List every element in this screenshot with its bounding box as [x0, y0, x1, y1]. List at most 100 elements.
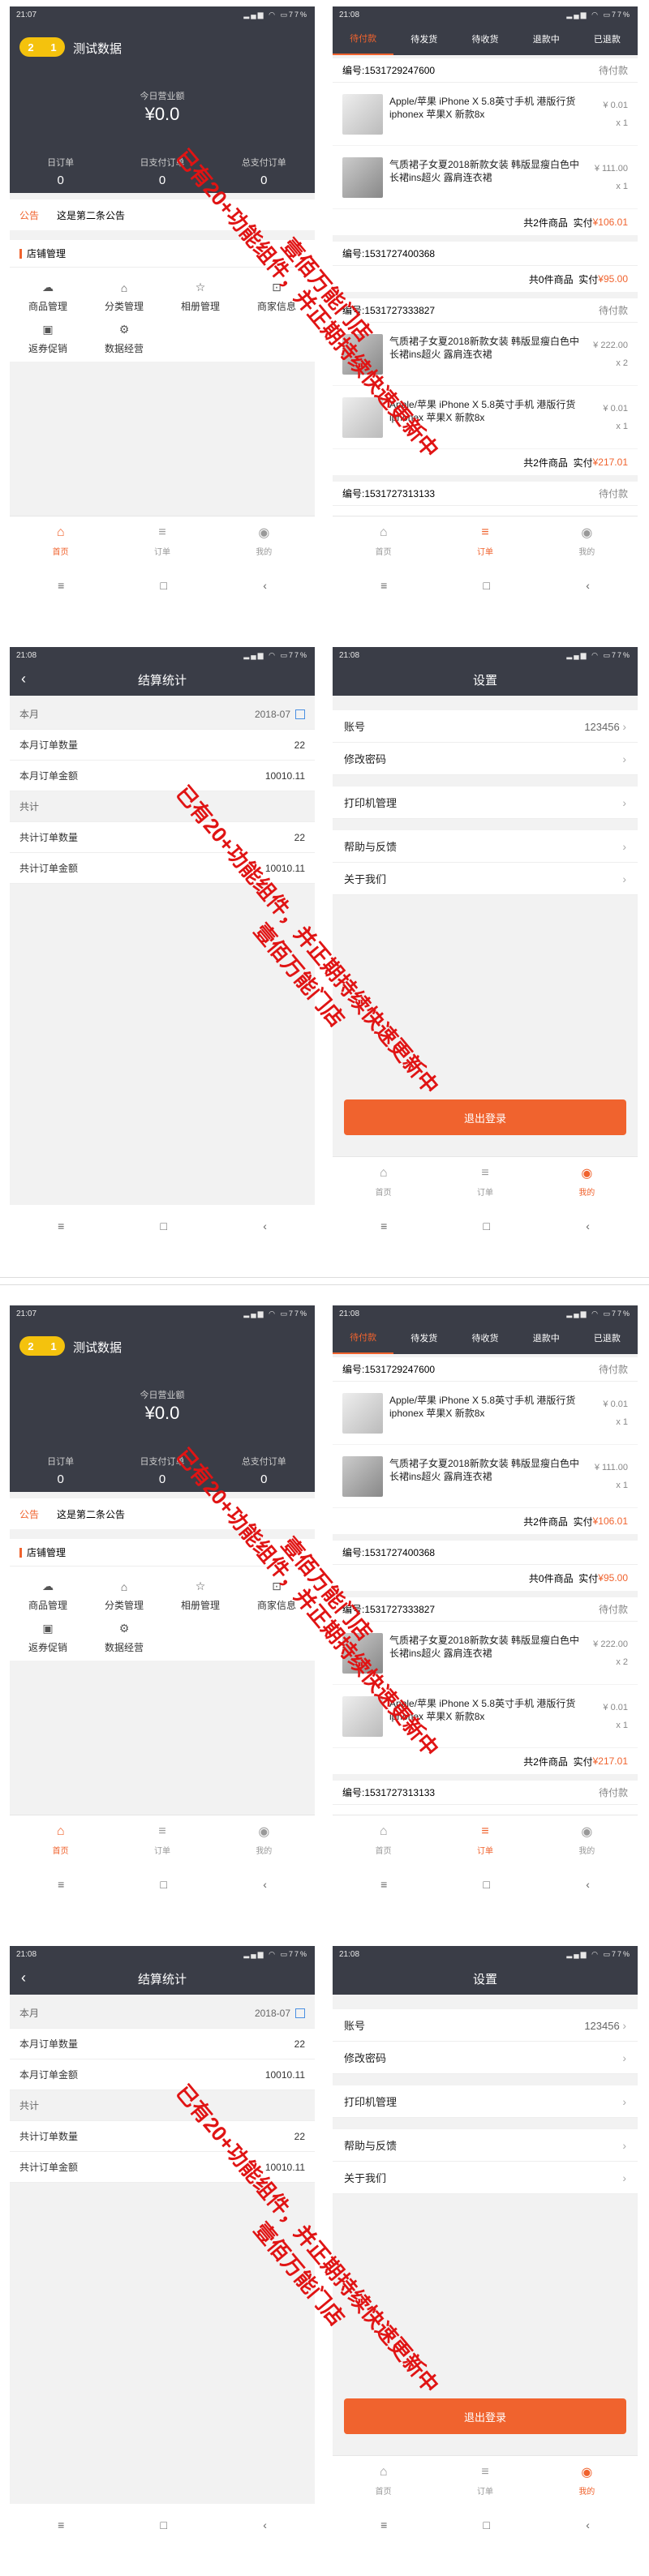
tab-order[interactable]: ≡ 订单 — [434, 1815, 535, 1863]
tab-order[interactable]: ≡ 订单 — [434, 516, 535, 564]
home-square-icon[interactable]: □ — [484, 1878, 490, 1891]
menu-icon[interactable]: ≡ — [58, 2518, 64, 2531]
logout-button[interactable]: 退出登录 — [344, 1099, 626, 1135]
order-list[interactable]: 编号:1531729247600 待付款 Apple/苹果 iPhone X 5.… — [333, 58, 638, 516]
order-card[interactable]: 编号:1531727400368 共0件商品 实付 ¥95.00 — [333, 1541, 638, 1591]
back-arrow-icon[interactable]: ‹ — [263, 1878, 267, 1891]
menu-icon[interactable]: ≡ — [380, 1219, 387, 1232]
notice-bar[interactable]: 公告 这是第二条公告 — [10, 1498, 315, 1529]
grid-item[interactable]: ⊡ 商家信息 — [239, 276, 315, 318]
home-square-icon[interactable]: □ — [161, 1219, 167, 1232]
order-card[interactable]: 编号:1531727333827 待付款 气质裙子女夏2018新款女装 韩版显瘦白… — [333, 298, 638, 475]
tab-home[interactable]: ⌂ 首页 — [333, 1815, 434, 1863]
order-item[interactable]: 气质裙子女夏2018新款女装 韩版显瘦白色中长裙ins超火 露肩连衣裙 ¥ 11… — [333, 146, 638, 209]
store-switch[interactable]: 21 — [19, 37, 65, 57]
home-square-icon[interactable]: □ — [161, 579, 167, 592]
order-item[interactable]: Apple/苹果 iPhone X 5.8英寸手机 港版行货iphonex 苹果… — [333, 386, 638, 449]
settings-item[interactable]: 打印机管理 › — [333, 2085, 638, 2118]
tab-home[interactable]: ⌂ 首页 — [333, 2456, 434, 2504]
menu-icon[interactable]: ≡ — [380, 2518, 387, 2531]
grid-item[interactable]: ⌂ 分类管理 — [86, 276, 162, 318]
month-header[interactable]: 本月 2018-07 — [10, 1998, 315, 2029]
account-row[interactable]: 账号 123456 › — [333, 2009, 638, 2042]
order-tab[interactable]: 退款中 — [516, 23, 577, 55]
settings-item[interactable]: 关于我们 › — [333, 863, 638, 895]
notice-bar[interactable]: 公告 这是第二条公告 — [10, 199, 315, 230]
menu-icon[interactable]: ≡ — [58, 579, 64, 592]
account-row[interactable]: 账号 123456 › — [333, 710, 638, 743]
tab-profile[interactable]: ◉ 我的 — [213, 1815, 315, 1863]
order-item[interactable]: 气质裙子女夏2018新款女装 韩版显瘦白色中长裙ins超火 露肩连衣裙 ¥ 22… — [333, 323, 638, 386]
order-list[interactable]: 编号:1531729247600 待付款 Apple/苹果 iPhone X 5.… — [333, 1357, 638, 1815]
order-item[interactable]: Apple/苹果 iPhone X 5.8英寸手机 港版行货iphonex 苹果… — [333, 83, 638, 146]
grid-item[interactable]: ⚙ 数据经营 — [86, 318, 162, 360]
order-item[interactable]: 气质裙子女夏2018新款女装 韩版显瘦白色中长裙ins超火 露肩连衣裙 ¥ 11… — [333, 1445, 638, 1508]
order-tab[interactable]: 待付款 — [333, 1322, 394, 1354]
order-card[interactable]: 编号:1531727313133 待付款 — [333, 1781, 638, 1815]
settings-item[interactable]: 修改密码 › — [333, 2042, 638, 2074]
calendar-icon[interactable] — [295, 2008, 305, 2019]
tab-home[interactable]: ⌂ 首页 — [10, 516, 111, 564]
order-tab[interactable]: 待发货 — [393, 1322, 454, 1354]
tab-profile[interactable]: ◉ 我的 — [536, 1815, 638, 1863]
tab-order[interactable]: ≡ 订单 — [111, 516, 213, 564]
settings-item[interactable]: 帮助与反馈 › — [333, 830, 638, 863]
home-square-icon[interactable]: □ — [161, 1878, 167, 1891]
menu-icon[interactable]: ≡ — [58, 1878, 64, 1891]
tab-order[interactable]: ≡ 订单 — [111, 1815, 213, 1863]
settings-item[interactable]: 关于我们 › — [333, 2162, 638, 2194]
home-square-icon[interactable]: □ — [484, 2518, 490, 2531]
logout-button[interactable]: 退出登录 — [344, 2398, 626, 2434]
order-card[interactable]: 编号:1531729247600 待付款 Apple/苹果 iPhone X 5.… — [333, 58, 638, 235]
order-card[interactable]: 编号:1531727313133 待付款 — [333, 482, 638, 516]
order-card[interactable]: 编号:1531727333827 待付款 气质裙子女夏2018新款女装 韩版显瘦白… — [333, 1597, 638, 1774]
calendar-icon[interactable] — [295, 709, 305, 720]
order-card[interactable]: 编号:1531729247600 待付款 Apple/苹果 iPhone X 5.… — [333, 1357, 638, 1534]
order-tab[interactable]: 待发货 — [393, 23, 454, 55]
tab-profile[interactable]: ◉ 我的 — [213, 516, 315, 564]
back-arrow-icon[interactable]: ‹ — [586, 579, 590, 592]
settings-item[interactable]: 帮助与反馈 › — [333, 2129, 638, 2162]
back-icon[interactable]: ‹ — [21, 671, 26, 688]
tab-home[interactable]: ⌂ 首页 — [10, 1815, 111, 1863]
order-tab[interactable]: 已退款 — [577, 23, 638, 55]
menu-icon[interactable]: ≡ — [380, 1878, 387, 1891]
grid-item[interactable]: ⚙ 数据经营 — [86, 1617, 162, 1659]
grid-item[interactable]: ☆ 相册管理 — [162, 276, 239, 318]
back-arrow-icon[interactable]: ‹ — [586, 2518, 590, 2531]
tab-order[interactable]: ≡ 订单 — [434, 1157, 535, 1205]
tab-profile[interactable]: ◉ 我的 — [536, 1157, 638, 1205]
tab-profile[interactable]: ◉ 我的 — [536, 2456, 638, 2504]
order-tab[interactable]: 已退款 — [577, 1322, 638, 1354]
tab-home[interactable]: ⌂ 首页 — [333, 516, 434, 564]
grid-item[interactable]: ▣ 返券促销 — [10, 318, 86, 360]
back-arrow-icon[interactable]: ‹ — [586, 1878, 590, 1891]
tab-home[interactable]: ⌂ 首页 — [333, 1157, 434, 1205]
order-card[interactable]: 编号:1531727400368 共0件商品 实付 ¥95.00 — [333, 242, 638, 292]
grid-item[interactable]: ⊡ 商家信息 — [239, 1575, 315, 1617]
back-icon[interactable]: ‹ — [21, 1970, 26, 1987]
order-tab[interactable]: 待付款 — [333, 23, 394, 55]
grid-item[interactable]: ☁ 商品管理 — [10, 1575, 86, 1617]
home-square-icon[interactable]: □ — [161, 2518, 167, 2531]
order-tab[interactable]: 待收货 — [454, 23, 515, 55]
grid-item[interactable]: ⌂ 分类管理 — [86, 1575, 162, 1617]
grid-item[interactable]: ▣ 返券促销 — [10, 1617, 86, 1659]
tab-profile[interactable]: ◉ 我的 — [536, 516, 638, 564]
order-item[interactable]: Apple/苹果 iPhone X 5.8英寸手机 港版行货iphonex 苹果… — [333, 1382, 638, 1445]
settings-item[interactable]: 打印机管理 › — [333, 787, 638, 819]
settings-item[interactable]: 修改密码 › — [333, 743, 638, 775]
back-arrow-icon[interactable]: ‹ — [263, 579, 267, 592]
order-tab[interactable]: 退款中 — [516, 1322, 577, 1354]
tab-order[interactable]: ≡ 订单 — [434, 2456, 535, 2504]
menu-icon[interactable]: ≡ — [380, 579, 387, 592]
order-item[interactable]: Apple/苹果 iPhone X 5.8英寸手机 港版行货iphonex 苹果… — [333, 1685, 638, 1748]
grid-item[interactable]: ☁ 商品管理 — [10, 276, 86, 318]
home-square-icon[interactable]: □ — [484, 1219, 490, 1232]
home-square-icon[interactable]: □ — [484, 579, 490, 592]
order-tab[interactable]: 待收货 — [454, 1322, 515, 1354]
grid-item[interactable]: ☆ 相册管理 — [162, 1575, 239, 1617]
back-arrow-icon[interactable]: ‹ — [263, 1219, 267, 1232]
month-header[interactable]: 本月 2018-07 — [10, 699, 315, 730]
back-arrow-icon[interactable]: ‹ — [586, 1219, 590, 1232]
